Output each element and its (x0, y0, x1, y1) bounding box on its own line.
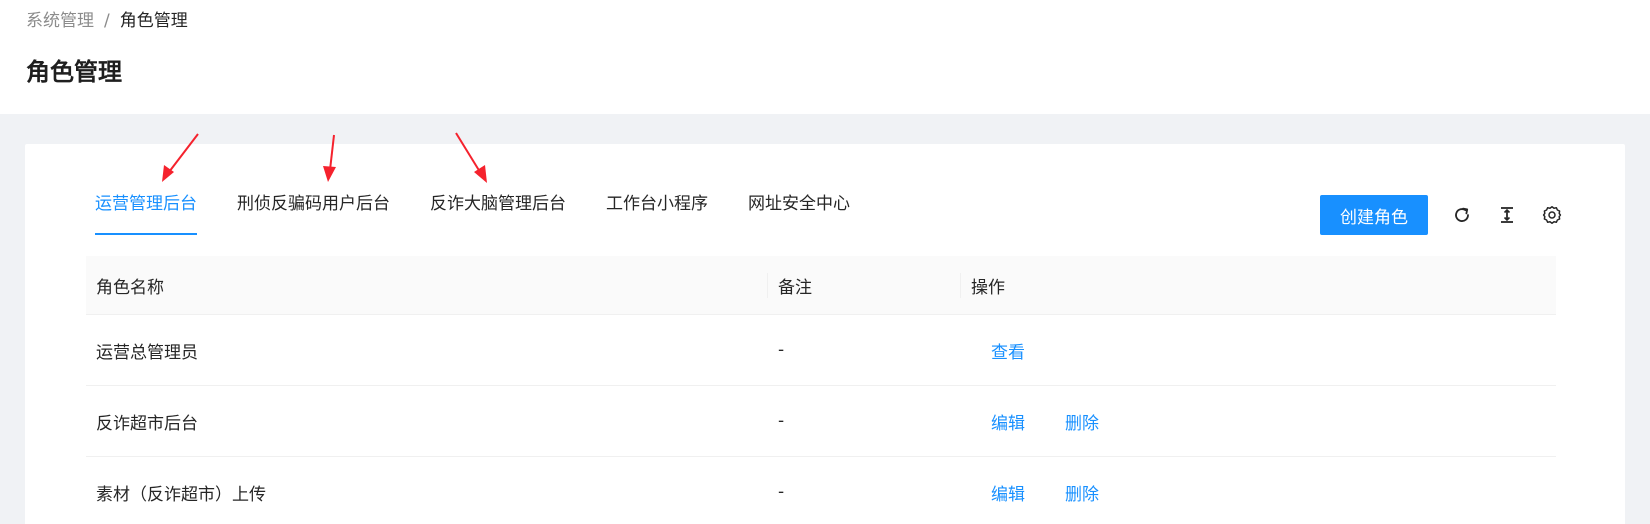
view-link[interactable]: 查看 (991, 338, 1025, 363)
cell-actions: 编辑 删除 (961, 457, 1556, 524)
cell-role-name: 素材（反诈超市）上传 (96, 484, 266, 505)
cell-note: - (778, 482, 785, 502)
table-header: 角色名称 备注 操作 (86, 256, 1556, 315)
column-header-note: 备注 (768, 256, 961, 314)
cell-role-name: 反诈超市后台 (96, 413, 198, 434)
tab-anti-fraud-brain-admin[interactable]: 反诈大脑管理后台 (430, 192, 566, 238)
column-header-role-name: 角色名称 (86, 256, 768, 314)
column-header-actions: 操作 (971, 277, 1005, 298)
create-role-button[interactable]: 创建角色 (1320, 195, 1428, 235)
table-row: 运营总管理员 - 查看 (86, 315, 1556, 386)
edit-link[interactable]: 编辑 (991, 409, 1025, 434)
tab-url-security-center[interactable]: 网址安全中心 (748, 192, 850, 238)
refresh-icon[interactable] (1451, 204, 1473, 226)
page-header: 系统管理 / 角色管理 角色管理 (0, 0, 1650, 114)
cell-actions: 查看 (961, 315, 1556, 385)
page-title: 角色管理 (26, 58, 122, 86)
toolbar: 创建角色 (1320, 195, 1563, 235)
table-row: 反诈超市后台 - 编辑 删除 (86, 386, 1556, 457)
breadcrumb-separator: / (104, 11, 110, 31)
settings-icon[interactable] (1541, 204, 1563, 226)
tab-operations-admin[interactable]: 运营管理后台 (95, 192, 197, 238)
cell-role-name: 运营总管理员 (96, 342, 198, 363)
tab-criminal-investigation-admin[interactable]: 刑侦反骗码用户后台 (237, 192, 390, 238)
content-card: 运营管理后台 刑侦反骗码用户后台 反诈大脑管理后台 工作台小程序 网址安全中心 … (25, 144, 1625, 524)
table-row: 素材（反诈超市）上传 - 编辑 删除 (86, 457, 1556, 524)
edit-link[interactable]: 编辑 (991, 480, 1025, 505)
breadcrumb-current: 角色管理 (119, 11, 188, 31)
tab-workbench-miniprogram[interactable]: 工作台小程序 (606, 192, 708, 238)
cell-actions: 编辑 删除 (961, 386, 1556, 456)
breadcrumb: 系统管理 / 角色管理 (26, 9, 188, 33)
cell-note: - (778, 411, 785, 431)
delete-link[interactable]: 删除 (1065, 409, 1099, 434)
delete-link[interactable]: 删除 (1065, 480, 1099, 505)
roles-table: 角色名称 备注 操作 运营总管理员 - 查看 反诈超市后台 - 编辑 删除 素材… (86, 256, 1556, 524)
tab-bar: 运营管理后台 刑侦反骗码用户后台 反诈大脑管理后台 工作台小程序 网址安全中心 (95, 192, 890, 238)
breadcrumb-parent-link[interactable]: 系统管理 (26, 9, 94, 33)
cell-note: - (778, 340, 785, 360)
column-height-icon[interactable] (1496, 204, 1518, 226)
